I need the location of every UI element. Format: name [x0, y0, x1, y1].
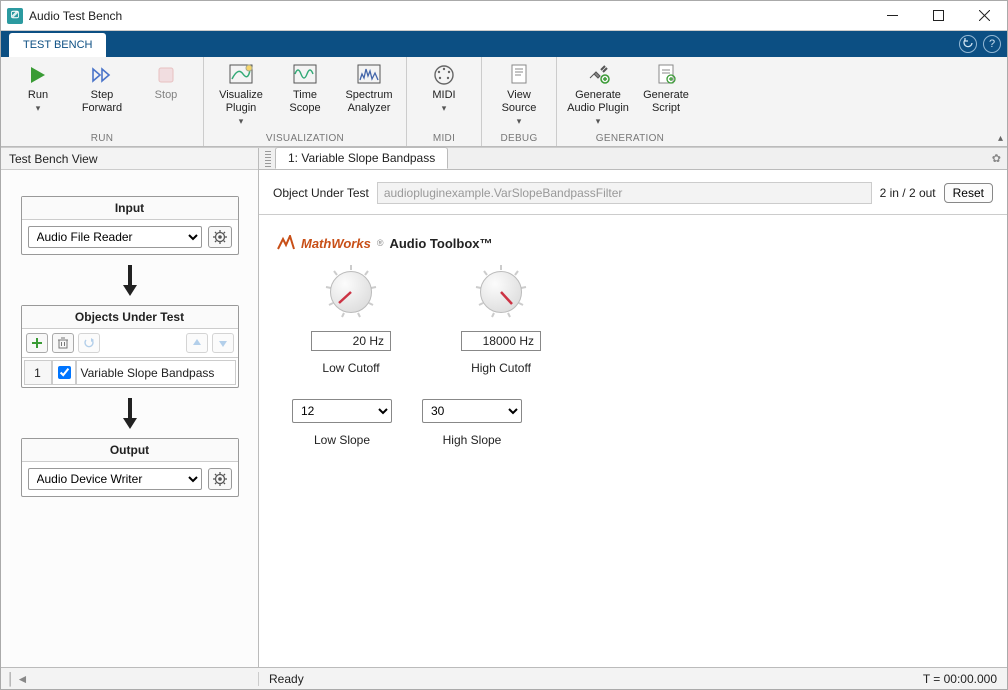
doc-drag-handle[interactable]	[265, 151, 271, 169]
minimize-button[interactable]	[869, 1, 915, 31]
group-label-run: RUN	[11, 133, 193, 144]
doc-actions-icon[interactable]: ✿	[992, 152, 1001, 165]
status-text: Ready	[259, 672, 913, 686]
add-object-button[interactable]	[26, 333, 48, 353]
group-visualization: Visualize Plugin Time Scope Spectrum Ana…	[204, 57, 407, 146]
group-label-midi: MIDI	[417, 133, 471, 144]
tab-test-bench[interactable]: TEST BENCH	[9, 33, 106, 57]
group-generation: Generate Audio Plugin Generate Script GE…	[557, 57, 703, 146]
step-forward-button[interactable]: Step Forward	[75, 63, 129, 115]
row-index: 1	[24, 360, 52, 385]
group-run: Run Step Forward Stop RUN	[1, 57, 204, 146]
object-under-test-label: Object Under Test	[273, 186, 369, 200]
low-slope-select[interactable]: 12	[292, 399, 392, 423]
maximize-button[interactable]	[915, 1, 961, 31]
window-title: Audio Test Bench	[29, 9, 869, 23]
object-under-test-bar: Object Under Test 2 in / 2 out Reset	[259, 170, 1007, 215]
help-icon[interactable]: ?	[983, 35, 1001, 53]
input-settings-button[interactable]	[208, 226, 232, 248]
arrow-down-icon	[120, 396, 140, 430]
high-cutoff-knob[interactable]	[472, 263, 530, 321]
high-cutoff-label: High Cutoff	[471, 361, 531, 375]
doc-tab-1[interactable]: 1: Variable Slope Bandpass	[275, 147, 448, 169]
title-bar: ⎚ Audio Test Bench	[1, 1, 1007, 31]
document-area: 1: Variable Slope Bandpass ✿ Object Unde…	[259, 148, 1007, 667]
jump-to-start-button[interactable]: │◄	[1, 672, 259, 686]
objects-under-test-box: Objects Under Test 1 Variable Slope Band…	[21, 305, 239, 388]
low-slope-label: Low Slope	[314, 433, 370, 447]
input-box: Input Audio File Reader	[21, 196, 239, 255]
brand-bar: MathWorks® Audio Toolbox™	[277, 235, 989, 251]
input-box-title: Input	[22, 197, 238, 220]
brand-mathworks: MathWorks	[301, 236, 371, 251]
time-display: T = 00:00.000	[913, 672, 1007, 686]
row-name: Variable Slope Bandpass	[76, 360, 236, 385]
plugin-ui: MathWorks® Audio Toolbox™ 20 Hz Low Cuto…	[259, 215, 1007, 467]
high-slope-select[interactable]: 30	[422, 399, 522, 423]
input-select[interactable]: Audio File Reader	[28, 226, 202, 248]
output-settings-button[interactable]	[208, 468, 232, 490]
generate-script-button[interactable]: Generate Script	[639, 63, 693, 115]
object-row[interactable]: 1 Variable Slope Bandpass	[22, 358, 238, 387]
output-box-title: Output	[22, 439, 238, 462]
test-bench-view-panel: Test Bench View Input Audio File Reader …	[1, 148, 259, 667]
object-under-test-field[interactable]	[377, 182, 872, 204]
low-cutoff-label: Low Cutoff	[322, 361, 379, 375]
group-debug: View Source DEBUG	[482, 57, 557, 146]
ribbon-tabstrip: TEST BENCH ?	[1, 31, 1007, 57]
refresh-object-button	[78, 333, 100, 353]
group-label-debug: DEBUG	[492, 133, 546, 144]
io-count: 2 in / 2 out	[880, 186, 936, 200]
high-slope-label: High Slope	[443, 433, 502, 447]
status-bar: │◄ Ready T = 00:00.000	[1, 667, 1007, 689]
arrow-down-icon	[120, 263, 140, 297]
spectrum-analyzer-button[interactable]: Spectrum Analyzer	[342, 63, 396, 115]
move-down-button	[212, 333, 234, 353]
sync-icon[interactable]	[959, 35, 977, 53]
high-cutoff-value[interactable]: 18000 Hz	[461, 331, 541, 351]
app-icon: ⎚	[7, 8, 23, 24]
group-midi: MIDI MIDI	[407, 57, 482, 146]
brand-toolbox: Audio Toolbox™	[389, 236, 492, 251]
move-up-button	[186, 333, 208, 353]
output-select[interactable]: Audio Device Writer	[28, 468, 202, 490]
toolstrip: Run Step Forward Stop RUN Visualize Plug…	[1, 57, 1007, 147]
close-button[interactable]	[961, 1, 1007, 31]
group-label-viz: VISUALIZATION	[214, 133, 396, 144]
time-scope-button[interactable]: Time Scope	[278, 63, 332, 115]
view-source-button[interactable]: View Source	[492, 63, 546, 127]
output-box: Output Audio Device Writer	[21, 438, 239, 497]
low-cutoff-value[interactable]: 20 Hz	[311, 331, 391, 351]
reset-button[interactable]: Reset	[944, 183, 993, 203]
row-checkbox[interactable]	[52, 360, 76, 385]
midi-button[interactable]: MIDI	[417, 63, 471, 114]
visualize-plugin-button[interactable]: Visualize Plugin	[214, 63, 268, 127]
run-button[interactable]: Run	[11, 63, 65, 114]
test-bench-view-header: Test Bench View	[1, 148, 258, 170]
low-cutoff-knob[interactable]	[322, 263, 380, 321]
objects-box-title: Objects Under Test	[22, 306, 238, 329]
delete-object-button[interactable]	[52, 333, 74, 353]
mathworks-logo-icon	[277, 235, 295, 251]
group-label-gen: GENERATION	[567, 133, 693, 144]
stop-button: Stop	[139, 63, 193, 102]
generate-audio-plugin-button[interactable]: Generate Audio Plugin	[567, 63, 629, 127]
toolstrip-collapse-icon[interactable]: ▴	[998, 133, 1003, 144]
